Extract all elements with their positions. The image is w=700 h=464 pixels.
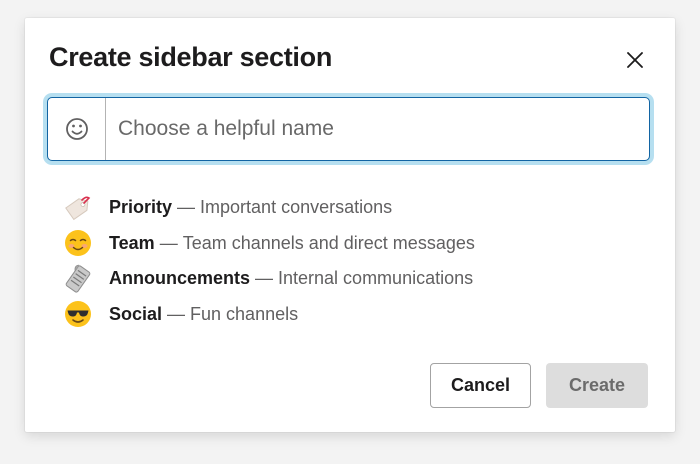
smiley-icon <box>66 118 88 140</box>
suggestion-separator: — <box>167 303 186 324</box>
label-icon <box>61 193 95 223</box>
close-button[interactable] <box>617 38 653 74</box>
sunglasses-face-icon <box>61 299 95 329</box>
newspaper-icon <box>61 264 95 294</box>
suggestion-description: Team channels and direct messages <box>182 232 475 253</box>
create-button[interactable]: Create <box>546 363 648 408</box>
section-name-input[interactable] <box>118 110 638 148</box>
suggestion-description: Internal communications <box>278 268 474 289</box>
emoji-picker-button[interactable] <box>48 98 106 160</box>
dialog-title: Create sidebar section <box>49 42 333 72</box>
close-icon <box>627 52 643 68</box>
section-name-field <box>47 97 650 161</box>
suggestion-description: Important conversations <box>200 197 393 218</box>
suggestion-social[interactable]: Social — Fun channels <box>61 297 621 333</box>
suggestion-separator: — <box>159 232 178 253</box>
suggestion-description: Fun channels <box>190 303 299 324</box>
suggestion-separator: — <box>177 197 196 218</box>
suggestion-label: Team <box>109 232 155 253</box>
suggestion-list: Priority — Important conversations Team … <box>61 190 621 332</box>
cancel-button[interactable]: Cancel <box>430 363 531 408</box>
create-sidebar-section-dialog: Create sidebar section Choose a helpful … <box>25 18 675 432</box>
suggestion-team[interactable]: Team — Team channels and direct messages <box>61 226 621 262</box>
suggestion-priority[interactable]: Priority — Important conversations <box>61 190 621 226</box>
suggestion-label: Priority <box>109 197 173 218</box>
suggestion-announcements[interactable]: Announcements — Internal communications <box>61 261 621 297</box>
suggestion-separator: — <box>255 268 274 289</box>
smiling-face-icon <box>61 228 95 258</box>
suggestion-label: Announcements <box>109 268 251 289</box>
suggestion-label: Social <box>109 303 163 324</box>
